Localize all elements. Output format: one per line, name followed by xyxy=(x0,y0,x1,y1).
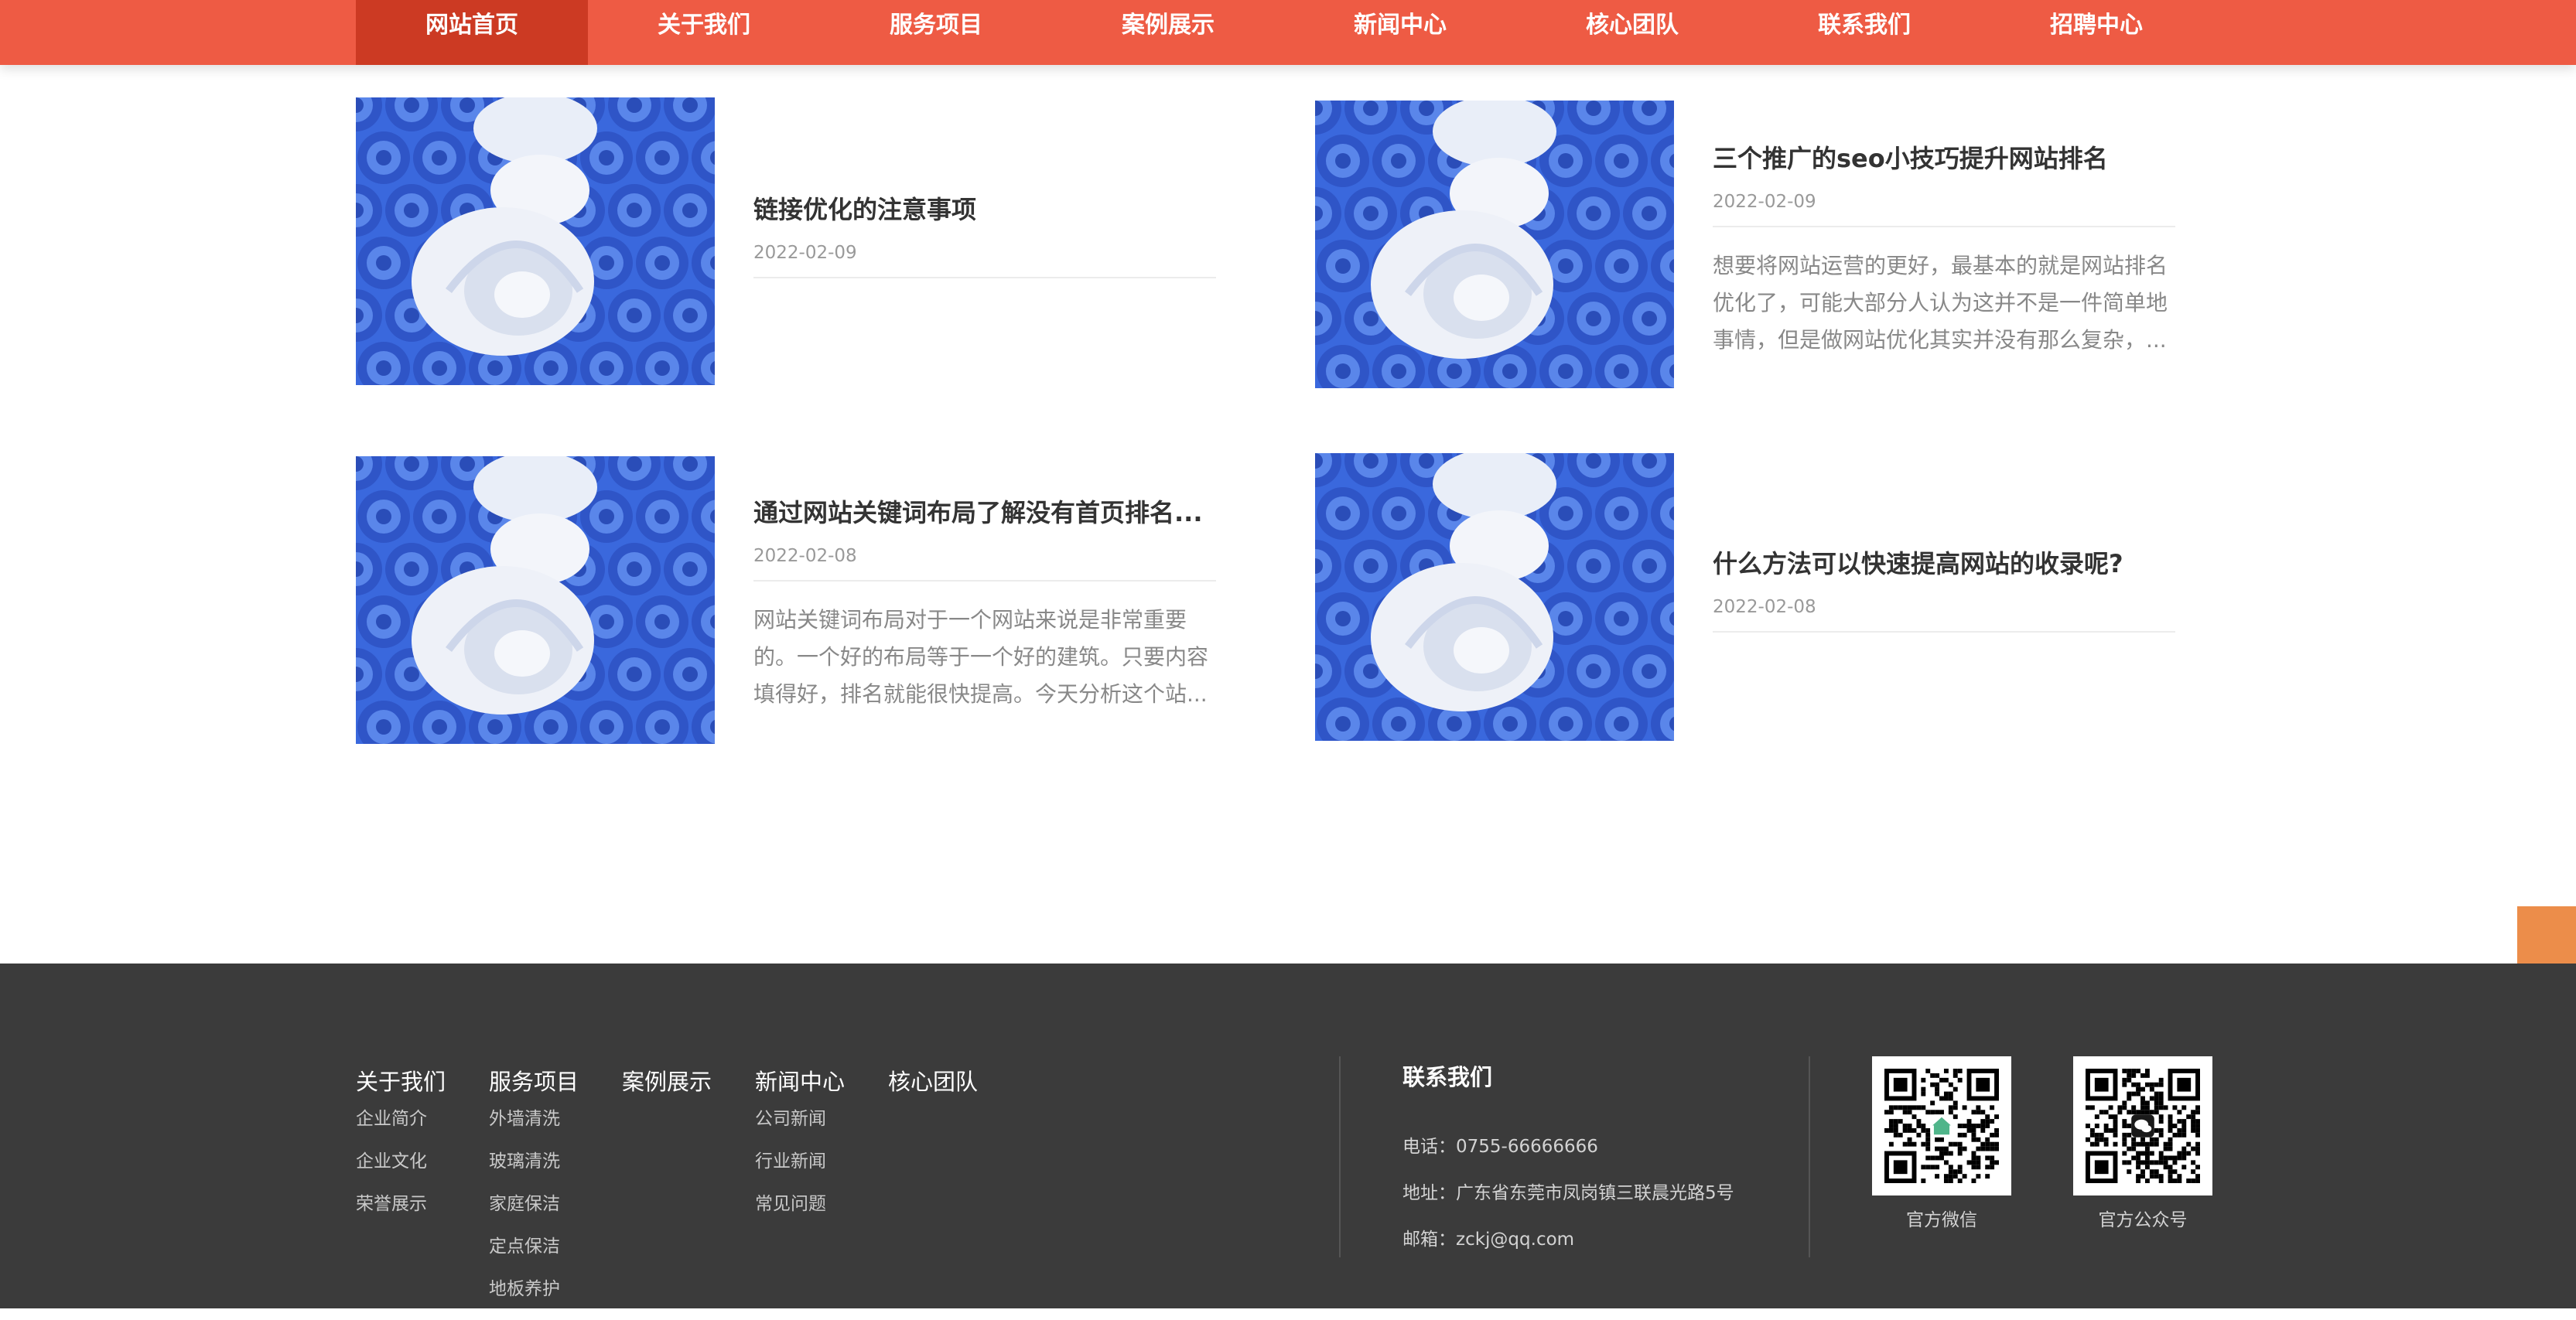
nav-item-home[interactable]: 网站首页 xyxy=(356,0,588,65)
nav-item-jobs[interactable]: 招聘中心 xyxy=(1980,0,2212,65)
news-title[interactable]: 三个推广的seo小技巧提升网站排名 xyxy=(1713,139,2175,175)
news-title[interactable]: 通过网站关键词布局了解没有首页排名... xyxy=(753,493,1216,529)
footer-column-news: 新闻中心 公司新闻 行业新闻 常见问题 xyxy=(755,1064,845,1235)
news-date: 2022-02-08 xyxy=(1713,597,1816,617)
thumbnail-photo xyxy=(1315,101,1674,388)
qr-code-wechat xyxy=(1872,1056,2011,1196)
news-thumbnail[interactable] xyxy=(1315,101,1674,388)
news-info: 链接优化的注意事项 2022-02-09 xyxy=(753,190,1216,278)
footer-link[interactable]: 外墙清洗 xyxy=(489,1107,579,1150)
excerpt-line: 网站关键词布局对于一个网站来说是非常重要 xyxy=(753,607,1187,633)
contact-title: 联系我们 xyxy=(1402,1064,1493,1090)
thumbnail-photo xyxy=(1315,453,1674,741)
thumbnail-photo xyxy=(356,456,715,744)
news-date: 2022-02-09 xyxy=(753,243,857,263)
news-date: 2022-02-09 xyxy=(1713,192,1816,212)
footer-column-team: 核心团队 xyxy=(888,1064,978,1097)
footer-contact: 联系我们 电话：0755-66666666 地址：广东省东莞市凤岗镇三联晨光路5… xyxy=(1402,1059,1734,1274)
nav-item-news[interactable]: 新闻中心 xyxy=(1284,0,1516,65)
excerpt-line: 事情，但是做网站优化其实并没有那么复杂，... xyxy=(1713,327,2167,353)
news-info: 什么方法可以快速提高网站的收录呢? 2022-02-08 xyxy=(1713,544,2175,633)
footer-link[interactable]: 玻璃清洗 xyxy=(489,1150,579,1192)
news-excerpt: 想要将网站运营的更好，最基本的就是网站排名 优化了，可能大部分人认为这并不是一件… xyxy=(1713,247,2175,359)
footer-column-cases: 案例展示 xyxy=(622,1064,712,1097)
site-footer: 关于我们 企业简介 企业文化 荣誉展示 服务项目 外墙清洗 玻璃清洗 家庭保洁 … xyxy=(0,964,2576,1308)
footer-links: 公司新闻 行业新闻 常见问题 xyxy=(755,1107,845,1235)
top-nav: 网站首页 关于我们 服务项目 案例展示 新闻中心 核心团队 联系我们 招聘中心 xyxy=(0,0,2576,65)
footer-links: 企业简介 企业文化 荣誉展示 xyxy=(356,1107,446,1235)
footer-link[interactable]: 地板养护 xyxy=(489,1277,579,1320)
excerpt-line: 填得好，排名就能很快提高。今天分析这个站... xyxy=(753,681,1208,707)
news-info: 通过网站关键词布局了解没有首页排名... 2022-02-08 网站关键词布局对… xyxy=(753,493,1216,713)
news-thumbnail[interactable] xyxy=(356,456,715,744)
footer-column-services: 服务项目 外墙清洗 玻璃清洗 家庭保洁 定点保洁 地板养护 xyxy=(489,1064,579,1320)
footer-link[interactable]: 企业简介 xyxy=(356,1107,446,1150)
nav-item-about[interactable]: 关于我们 xyxy=(588,0,820,65)
news-thumbnail[interactable] xyxy=(1315,453,1674,741)
nav-item-team[interactable]: 核心团队 xyxy=(1516,0,1748,65)
footer-column-title[interactable]: 服务项目 xyxy=(489,1064,579,1097)
news-thumbnail[interactable] xyxy=(356,97,715,385)
qr-code-icon xyxy=(1884,1069,1999,1183)
footer-column-title[interactable]: 新闻中心 xyxy=(755,1064,845,1097)
side-float-button[interactable] xyxy=(2517,906,2576,968)
contact-email: 邮箱：zckj@qq.com xyxy=(1402,1230,1575,1250)
excerpt-line: 的。一个好的布局等于一个好的建筑。只要内容 xyxy=(753,644,1209,670)
nav-items: 网站首页 关于我们 服务项目 案例展示 新闻中心 核心团队 联系我们 招聘中心 xyxy=(356,0,2212,65)
qr-official-account: 官方公众号 xyxy=(2073,1056,2212,1231)
divider xyxy=(753,277,1216,278)
footer-link[interactable]: 常见问题 xyxy=(755,1192,845,1235)
news-title[interactable]: 链接优化的注意事项 xyxy=(753,190,1216,226)
divider xyxy=(753,580,1216,582)
footer-link[interactable]: 行业新闻 xyxy=(755,1150,845,1192)
contact-address: 地址：广东省东莞市凤岗镇三联晨光路5号 xyxy=(1402,1183,1734,1203)
qr-wechat: 官方微信 xyxy=(1872,1056,2011,1231)
news-info: 三个推广的seo小技巧提升网站排名 2022-02-09 想要将网站运营的更好，… xyxy=(1713,139,2175,359)
news-title[interactable]: 什么方法可以快速提高网站的收录呢? xyxy=(1713,544,2175,580)
footer-column-title[interactable]: 关于我们 xyxy=(356,1064,446,1097)
nav-item-services[interactable]: 服务项目 xyxy=(820,0,1052,65)
footer-divider xyxy=(1339,1056,1341,1257)
footer-link[interactable]: 公司新闻 xyxy=(755,1107,845,1150)
footer-column-title[interactable]: 案例展示 xyxy=(622,1064,712,1097)
thumbnail-photo xyxy=(356,97,715,385)
qr-caption: 官方公众号 xyxy=(2098,1210,2188,1230)
qr-code-official-account xyxy=(2073,1056,2212,1196)
divider xyxy=(1713,631,2175,633)
footer-link[interactable]: 家庭保洁 xyxy=(489,1192,579,1235)
footer-column-about: 关于我们 企业简介 企业文化 荣誉展示 xyxy=(356,1064,446,1235)
contact-lines: 电话：0755-66666666 地址：广东省东莞市凤岗镇三联晨光路5号 邮箱：… xyxy=(1402,1135,1734,1274)
footer-link[interactable]: 荣誉展示 xyxy=(356,1192,446,1235)
footer-link[interactable]: 定点保洁 xyxy=(489,1235,579,1277)
excerpt-line: 优化了，可能大部分人认为这并不是一件简单地 xyxy=(1713,290,2168,316)
contact-phone: 电话：0755-66666666 xyxy=(1402,1137,1598,1157)
news-date: 2022-02-08 xyxy=(753,546,857,566)
footer-divider xyxy=(1809,1056,1810,1257)
footer-column-title[interactable]: 核心团队 xyxy=(888,1064,978,1097)
divider xyxy=(1713,226,2175,227)
footer-link[interactable]: 企业文化 xyxy=(356,1150,446,1192)
excerpt-line: 想要将网站运营的更好，最基本的就是网站排名 xyxy=(1713,253,2168,278)
news-excerpt: 网站关键词布局对于一个网站来说是非常重要 的。一个好的布局等于一个好的建筑。只要… xyxy=(753,602,1216,713)
footer-links: 外墙清洗 玻璃清洗 家庭保洁 定点保洁 地板养护 xyxy=(489,1107,579,1320)
qr-caption: 官方微信 xyxy=(1906,1210,1977,1230)
qr-code-icon xyxy=(2086,1069,2200,1183)
nav-item-cases[interactable]: 案例展示 xyxy=(1052,0,1284,65)
nav-item-contact[interactable]: 联系我们 xyxy=(1748,0,1980,65)
